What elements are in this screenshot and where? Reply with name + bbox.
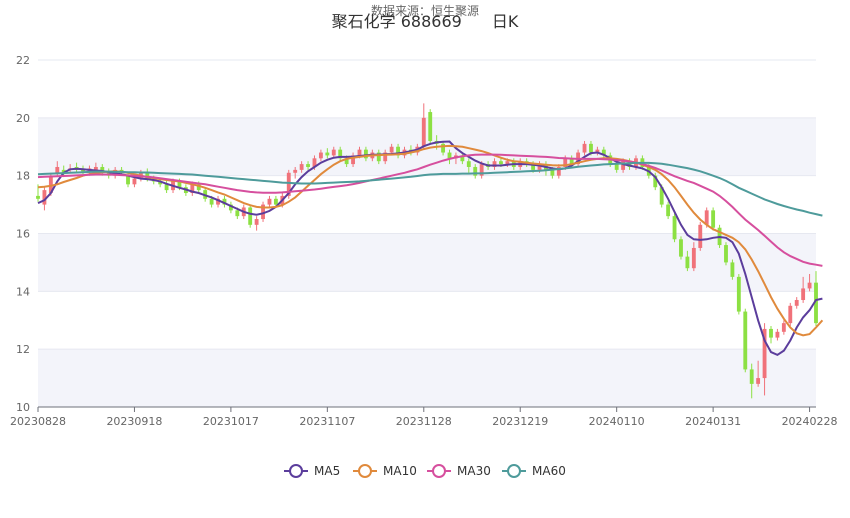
x-tick-label: 20240110 [589,415,645,428]
candle-body [724,245,728,263]
candle-body [711,210,716,228]
candle-body [389,146,394,153]
x-tick-label: 20231128 [396,415,452,428]
candle-body [672,216,677,240]
candle-body [794,300,799,306]
x-tick-label: 20240228 [782,415,838,428]
x-tick-label: 20230918 [106,415,162,428]
candle-body [691,247,696,269]
candle-body [267,198,272,205]
candle-body [209,198,214,205]
legend-label: MA10 [383,464,417,478]
y-tick-label: 20 [16,112,30,125]
candle-body [788,305,793,324]
background-bands [38,117,816,407]
candle-body [801,288,806,301]
candle-body [306,164,310,167]
candle-body [756,378,761,384]
y-tick-label: 22 [16,54,30,67]
candle-body [614,164,619,170]
candle-body [698,224,703,248]
candlestick-chart: 10121416182022 20230828 20230918 20231017 2… [10,54,838,478]
x-tick-label: 20231219 [492,415,548,428]
y-tick-label: 18 [16,170,30,183]
legend-swatch-marker [432,464,446,478]
candle-body [293,169,298,173]
candle-body [730,262,735,277]
candle-body [36,195,40,199]
candle-body [589,143,593,153]
band [38,117,816,176]
y-tick-label: 10 [16,401,30,414]
y-tick-label: 14 [16,285,30,298]
candle-body [132,178,137,185]
candle-body [428,112,433,141]
candle-body [299,164,304,170]
candle-body [736,276,741,312]
x-tick-label: 20231017 [203,415,259,428]
candle-body [550,169,555,176]
candle-body [325,152,330,156]
legend-item-ma10[interactable]: MA10 [353,464,417,478]
candle-body [466,161,471,167]
legend-item-ma30[interactable]: MA30 [427,464,491,478]
x-tick-label: 20240131 [685,415,741,428]
candle-body [807,282,812,289]
legend-swatch-marker [358,464,372,478]
legend-swatch-marker [507,464,521,478]
y-axis-ticks: 10 12 14 16 18 20 22 [16,54,30,414]
candle-body [248,207,253,225]
candle-body [685,256,690,269]
legend-swatch-marker [289,464,303,478]
x-axis: 20230828 20230918 20231017 20231107 20231128… [10,406,838,428]
candle-body [55,166,60,173]
candle-body [235,210,240,217]
candle-body [254,219,259,225]
legend-label: MA60 [532,464,566,478]
candle-body [318,152,323,159]
candle-body [743,311,748,370]
candle-body [749,369,754,384]
x-tick-label: 20231107 [299,415,355,428]
y-tick-label: 12 [16,343,30,356]
candle-body [447,152,452,159]
legend-item-ma60[interactable]: MA60 [502,464,566,478]
candle-body [769,328,773,338]
candle-body [666,204,671,217]
legend-item-ma5[interactable]: MA5 [284,464,340,478]
x-tick-label: 20230828 [10,415,66,428]
candle-body [775,331,780,338]
candle-body [499,161,503,165]
candle-body [582,143,587,153]
legend-label: MA30 [457,464,491,478]
legend[interactable]: MA5 MA10 MA30 MA60 [284,464,566,478]
candle-body [781,323,786,332]
legend-label: MA5 [314,464,340,478]
band [38,349,816,407]
candle-body [331,149,336,156]
candle-body [357,149,362,156]
y-tick-label: 16 [16,228,30,241]
candle-body [273,198,278,205]
candle-body [421,117,426,147]
candle-body [679,239,683,257]
